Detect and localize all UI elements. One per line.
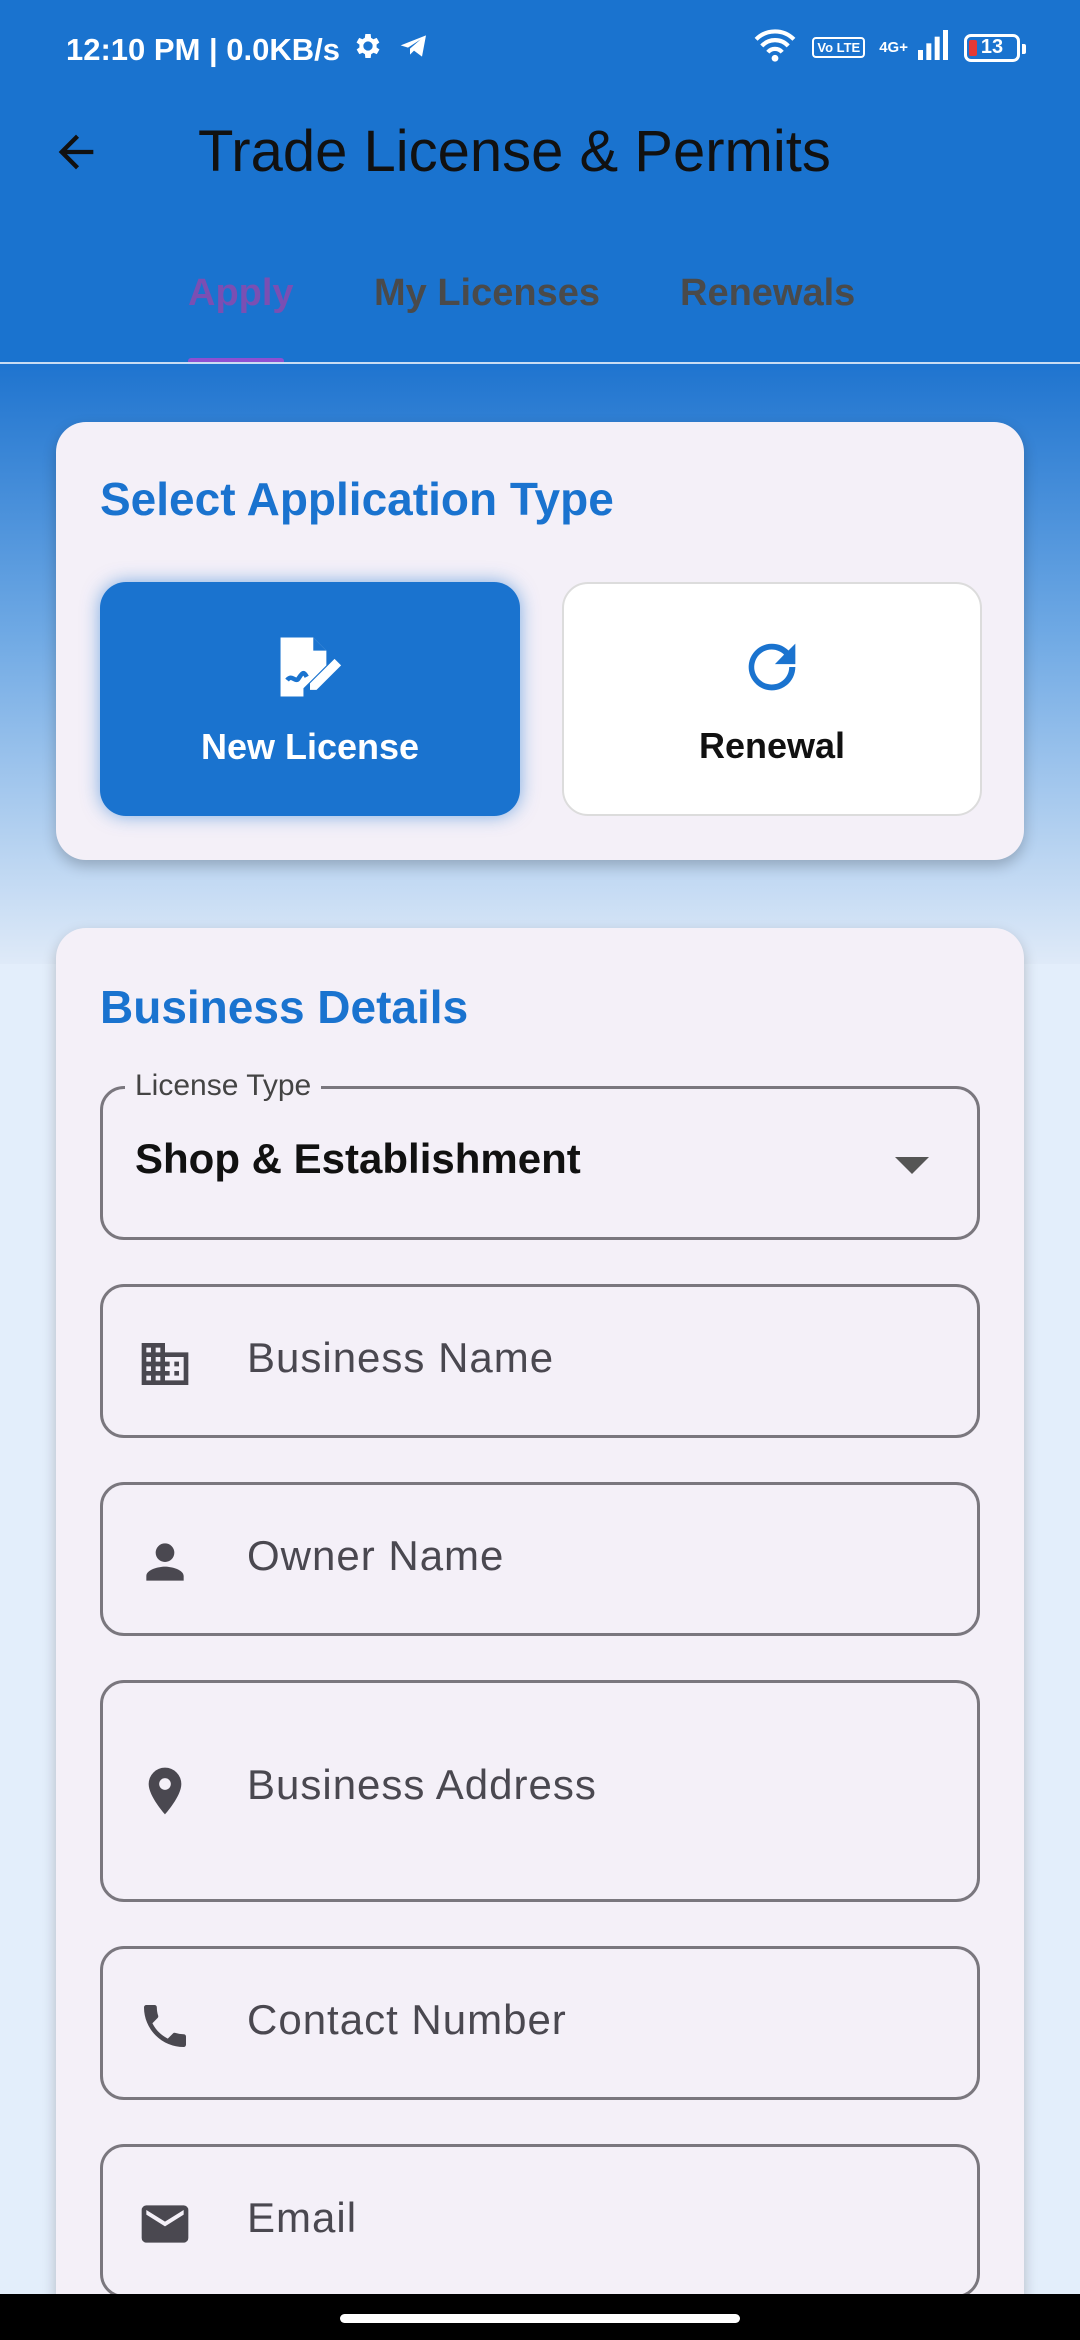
status-time-speed: 12:10 PM | 0.0KB/s	[66, 32, 341, 67]
business-details-title: Business Details	[100, 981, 469, 1033]
tab-divider	[0, 362, 1080, 364]
license-type-value: Shop & Establishment	[135, 1135, 581, 1182]
email-input[interactable]	[245, 2193, 949, 2243]
license-type-label: License Type	[125, 1069, 322, 1103]
business-name-field[interactable]	[100, 1284, 980, 1438]
network-type: 4G+	[879, 39, 908, 56]
telegram-icon	[396, 30, 432, 70]
contact-number-input[interactable]	[245, 1995, 949, 2045]
tab-apply[interactable]: Apply	[188, 272, 294, 315]
phone-icon	[137, 1998, 193, 2054]
volte-badge: Vo LTE	[812, 37, 866, 58]
owner-name-input[interactable]	[245, 1531, 949, 1581]
page-title: Trade License & Permits	[198, 119, 831, 184]
tab-renewals[interactable]: Renewals	[680, 272, 855, 315]
business-name-input[interactable]	[245, 1333, 949, 1383]
edit-document-icon	[270, 631, 350, 708]
battery-indicator: 13	[964, 33, 1026, 62]
dropdown-arrow-icon	[895, 1157, 929, 1174]
refresh-icon	[737, 632, 807, 707]
status-bar: 12:10 PM | 0.0KB/s Vo LTE 4G+ 13	[0, 0, 1080, 100]
business-icon	[137, 1336, 193, 1392]
gear-icon	[352, 30, 384, 70]
arrow-back-icon	[50, 126, 102, 183]
contact-number-field[interactable]	[100, 1946, 980, 2100]
business-details-card: Business Details License Type Shop & Est…	[56, 928, 1024, 2328]
signal-icon	[916, 30, 950, 65]
business-address-field[interactable]	[100, 1680, 980, 1902]
wifi-icon	[752, 28, 798, 67]
back-button[interactable]	[44, 122, 108, 186]
application-type-card: Select Application Type New License Rene…	[56, 422, 1024, 860]
location-pin-icon	[137, 1763, 193, 1819]
license-type-dropdown[interactable]: License Type Shop & Establishment	[100, 1069, 980, 1240]
tab-bar: Apply My Licenses Renewals	[0, 250, 1080, 364]
email-icon	[137, 2196, 193, 2252]
person-icon	[137, 1534, 193, 1590]
application-type-title: Select Application Type	[100, 473, 614, 525]
renewal-label: Renewal	[698, 724, 846, 766]
owner-name-field[interactable]	[100, 1482, 980, 1636]
new-license-option[interactable]: New License	[100, 582, 520, 816]
renewal-option[interactable]: Renewal	[562, 582, 982, 816]
home-gesture-handle[interactable]	[340, 2314, 740, 2323]
tab-my-licenses[interactable]: My Licenses	[374, 272, 600, 315]
new-license-label: New License	[200, 725, 420, 767]
email-field[interactable]	[100, 2144, 980, 2298]
business-address-input[interactable]	[245, 1760, 949, 1810]
system-nav-bar	[0, 2294, 1080, 2340]
